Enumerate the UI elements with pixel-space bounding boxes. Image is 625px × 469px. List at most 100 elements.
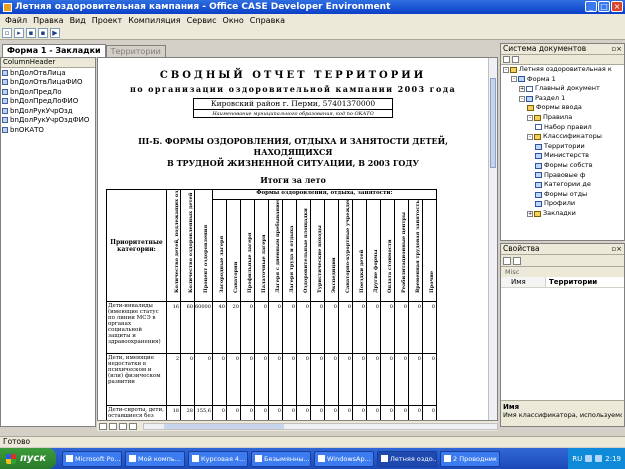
minimize-button[interactable]: _ [585, 1, 597, 12]
tray-icon[interactable] [585, 455, 593, 462]
tab-territories[interactable]: Территории [105, 45, 166, 57]
table-cell[interactable]: 0 [337, 301, 353, 354]
tree-node[interactable]: - Форма 1 [501, 75, 624, 85]
menu-edit[interactable]: Правка [30, 16, 66, 25]
table-cell[interactable]: 0 [309, 405, 325, 420]
table-cell[interactable]: 0 [351, 353, 367, 406]
table-cell[interactable]: 0 [239, 301, 255, 354]
table-cell[interactable]: 60000 [194, 301, 213, 354]
table-cell[interactable]: 0 [379, 301, 395, 354]
menu-file[interactable]: Файл [2, 16, 30, 25]
table-cell[interactable]: 0 [253, 301, 269, 354]
expand-icon[interactable]: + [527, 210, 533, 217]
taskbar-task[interactable]: Курсовая 4... [188, 450, 248, 467]
prop-value[interactable]: Территории [546, 277, 597, 287]
collapse-icon[interactable]: - [511, 76, 517, 83]
table-cell[interactable]: 0 [253, 353, 269, 406]
tree-node[interactable]: - Правила [501, 113, 624, 123]
table-cell[interactable]: 0 [281, 405, 297, 420]
taskbar-task[interactable]: 2 Проводник [440, 450, 500, 467]
field-item[interactable]: bnДолОтвЛицаФИО [1, 78, 95, 88]
table-cell[interactable]: 0 [295, 353, 311, 406]
menu-window[interactable]: Окно [220, 16, 247, 25]
run-icon[interactable]: ▶ [50, 27, 60, 38]
table-cell[interactable]: 20 [225, 301, 241, 354]
table-cell[interactable]: 0 [295, 301, 311, 354]
table-cell[interactable]: 0 [421, 301, 437, 354]
table-cell[interactable]: 0 [180, 353, 195, 406]
table-cell[interactable]: 28 [180, 405, 195, 420]
open-icon[interactable]: ▸ [14, 27, 24, 38]
menu-tools[interactable]: Сервис [184, 16, 220, 25]
table-cell[interactable]: 0 [309, 301, 325, 354]
menu-view[interactable]: Вид [67, 16, 89, 25]
table-cell[interactable]: 60 [180, 301, 195, 354]
menu-compile[interactable]: Компиляция [125, 16, 183, 25]
table-cell[interactable]: 0 [337, 405, 353, 420]
tray-icon[interactable] [595, 455, 603, 462]
first-page-icon[interactable] [99, 422, 107, 430]
tree-node[interactable]: Формы ввода [501, 103, 624, 113]
tree-node[interactable]: Набор правил [501, 123, 624, 133]
table-cell[interactable]: 0 [281, 301, 297, 354]
table-cell[interactable]: 0 [323, 353, 339, 406]
save-all-icon[interactable]: ▪ [38, 27, 48, 38]
tree-node[interactable]: Формы собств [501, 161, 624, 171]
field-item[interactable]: bnДолПредЛоФИО [1, 97, 95, 107]
pin-icon[interactable]: ▫× [611, 244, 622, 254]
field-item[interactable]: bnДолРукУчрОзд [1, 106, 95, 116]
table-cell[interactable]: 0 [407, 353, 423, 406]
taskbar-task[interactable]: Летняя оздо... [377, 450, 437, 467]
taskbar-task[interactable]: WindowsAp... [314, 450, 374, 467]
table-cell[interactable]: 16 [166, 301, 181, 354]
language-indicator[interactable]: RU [572, 455, 582, 463]
save-icon[interactable]: ▪ [26, 27, 36, 38]
properties-icon[interactable] [503, 56, 510, 63]
table-cell[interactable]: 0 [407, 301, 423, 354]
new-icon[interactable]: ▫ [2, 27, 12, 38]
field-item[interactable]: bnОКАТО [1, 125, 95, 135]
table-cell[interactable]: 0 [194, 353, 213, 406]
vertical-scrollbar[interactable] [488, 58, 497, 420]
table-cell[interactable]: 0 [365, 353, 381, 406]
tree-node[interactable]: - Летняя оздоровительная к [501, 65, 624, 75]
start-button[interactable]: пуск [0, 448, 56, 469]
table-cell[interactable]: 0 [365, 405, 381, 420]
prop-row-name[interactable]: Имя Территории [501, 277, 624, 288]
pin-icon[interactable]: ▫× [611, 44, 622, 54]
collapse-icon[interactable]: - [527, 133, 533, 140]
tree-node[interactable]: Правовые ф [501, 171, 624, 181]
collapse-icon[interactable]: - [519, 95, 525, 102]
taskbar-task[interactable]: Мой компь... [125, 450, 185, 467]
table-cell[interactable]: 0 [309, 353, 325, 406]
table-cell[interactable]: 0 [421, 405, 437, 420]
table-cell[interactable]: 0 [379, 405, 395, 420]
collapse-icon[interactable]: - [527, 114, 533, 121]
table-cell[interactable]: 0 [267, 301, 283, 354]
table-cell[interactable]: 0 [393, 353, 409, 406]
table-cell[interactable]: 0 [211, 405, 227, 420]
table-cell[interactable]: 18 [166, 405, 181, 420]
prev-page-icon[interactable] [109, 422, 117, 430]
table-cell[interactable]: 0 [239, 405, 255, 420]
table-cell[interactable]: 0 [337, 353, 353, 406]
close-button[interactable]: × [611, 1, 623, 12]
prop-section[interactable]: Misc [501, 267, 624, 277]
maximize-button[interactable]: □ [598, 1, 610, 12]
table-cell[interactable]: 0 [323, 301, 339, 354]
table-cell[interactable]: 0 [211, 353, 227, 406]
collapse-icon[interactable]: - [503, 66, 509, 73]
table-cell[interactable]: 0 [379, 353, 395, 406]
table-cell[interactable]: 0 [393, 301, 409, 354]
district-box[interactable]: Кировский район г. Перми, 57401370000 На… [193, 98, 393, 118]
hscroll-thumb[interactable] [164, 423, 284, 429]
categorized-icon[interactable] [503, 256, 511, 265]
report-document[interactable]: СВОДНЫЙ ОТЧЕТ ТЕРРИТОРИИ по организации … [97, 57, 498, 421]
table-cell[interactable]: 0 [225, 405, 241, 420]
table-cell[interactable]: 0 [267, 405, 283, 420]
tree-node[interactable]: Формы отды [501, 190, 624, 200]
menu-help[interactable]: Справка [247, 16, 288, 25]
taskbar-task[interactable]: Microsoft Po... [62, 450, 122, 467]
table-cell[interactable]: 0 [281, 353, 297, 406]
table-cell[interactable]: 155,6 [194, 405, 213, 420]
